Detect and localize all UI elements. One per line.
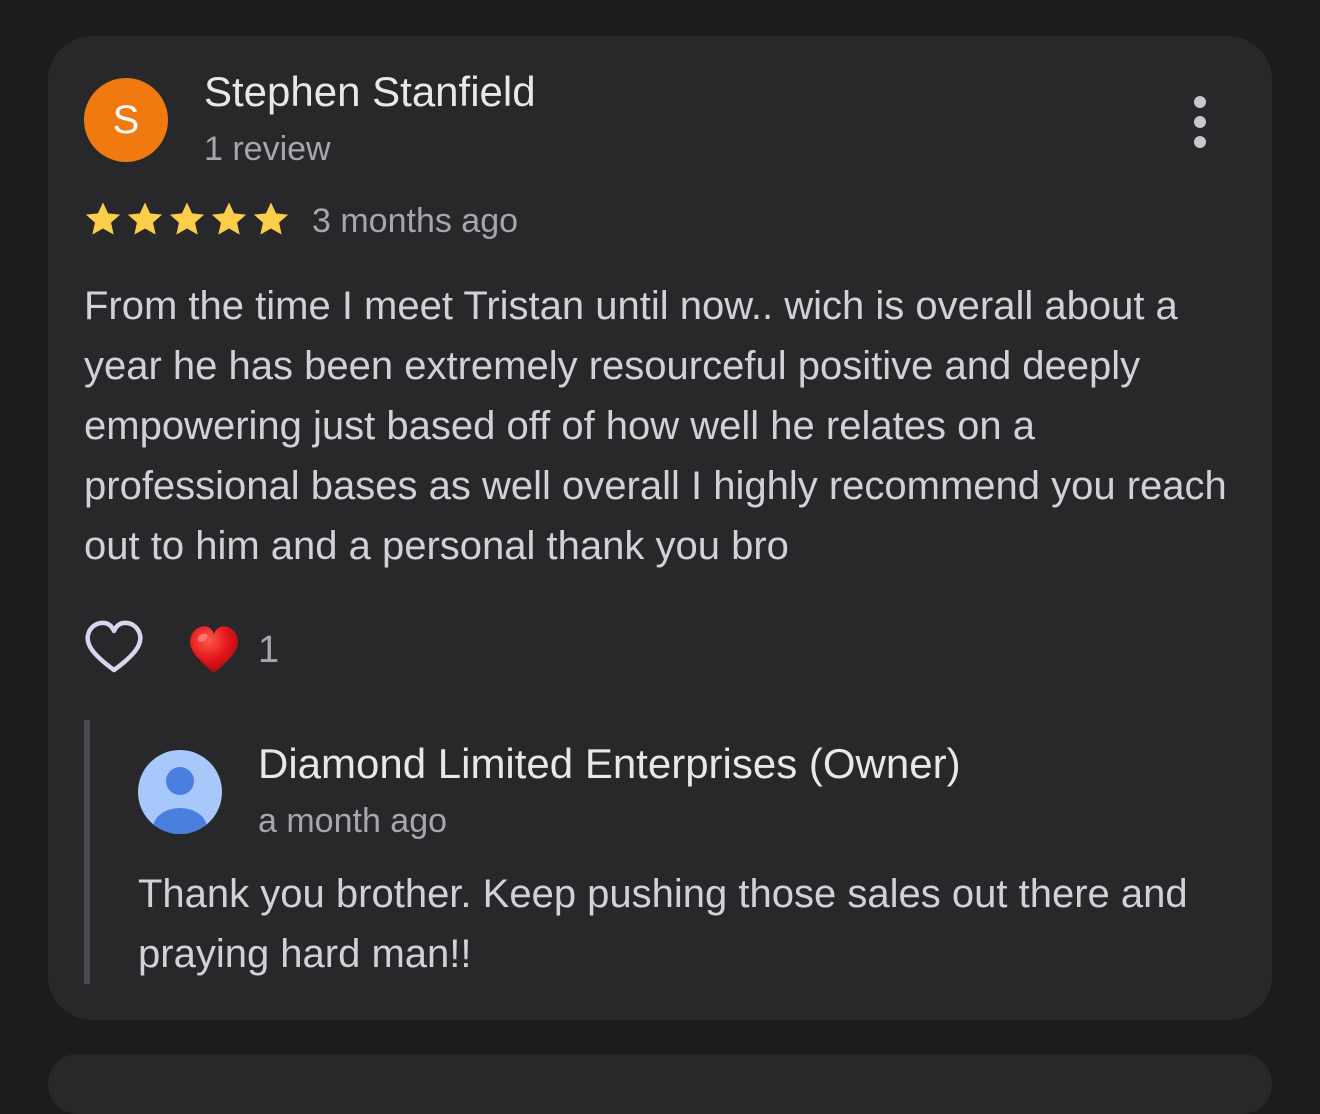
owner-reply-text: Thank you brother. Keep pushing those sa…	[138, 872, 1188, 976]
reaction-count: 1	[258, 628, 280, 671]
owner-reply-time: a month ago	[258, 802, 448, 840]
person-icon	[138, 750, 222, 834]
review-card: S Stephen Stanfield 1 review 3 months ag…	[48, 36, 1272, 1020]
star-icon	[253, 202, 289, 235]
more-options-button[interactable]	[1176, 92, 1224, 152]
heart-reaction[interactable]: 1	[186, 622, 279, 678]
star-icon	[211, 202, 247, 235]
star-icon	[127, 202, 163, 235]
reviewer-name[interactable]: Stephen Stanfield	[204, 68, 536, 116]
reviewer-avatar-letter: S	[112, 98, 140, 142]
reviewer-avatar[interactable]: S	[84, 78, 168, 162]
star-icon	[169, 202, 205, 235]
owner-avatar	[138, 750, 222, 834]
next-review-card	[48, 1054, 1272, 1114]
review-time: 3 months ago	[312, 202, 519, 240]
heart-outline-icon	[85, 620, 143, 673]
red-heart-icon	[190, 626, 238, 673]
reply-divider	[84, 720, 90, 984]
review-count: 1 review	[204, 130, 331, 168]
review-text: From the time I meet Tristan until now..…	[84, 284, 1227, 568]
star-icon	[85, 202, 121, 235]
star-rating	[82, 198, 292, 242]
like-button[interactable]	[82, 616, 146, 680]
owner-name: Diamond Limited Enterprises (Owner)	[258, 740, 961, 787]
